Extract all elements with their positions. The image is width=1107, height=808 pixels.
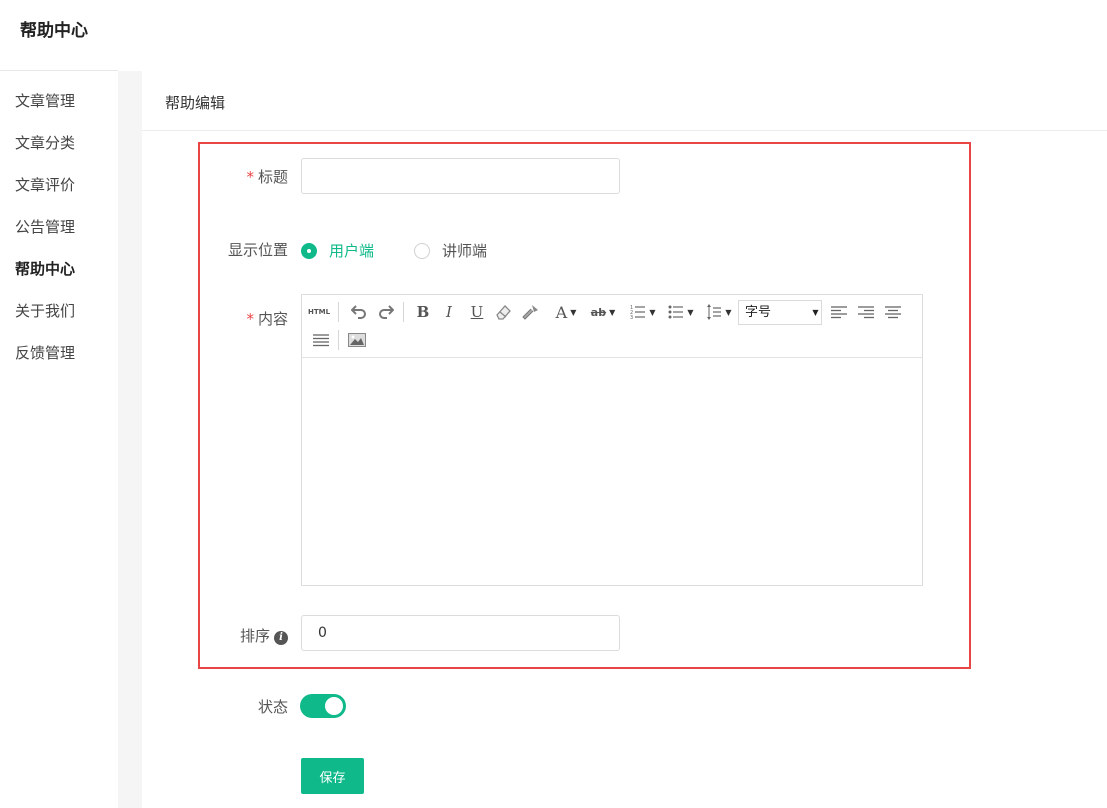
font-size-placeholder: 字号 <box>745 305 772 320</box>
line-height-icon[interactable]: ▼ <box>702 301 736 323</box>
chevron-down-icon: ▼ <box>649 307 656 317</box>
radio-dot <box>414 242 430 259</box>
required-mark: * <box>246 168 254 186</box>
sidebar-item-articles[interactable]: 文章管理 <box>15 90 75 111</box>
align-left-icon[interactable] <box>828 301 850 323</box>
status-toggle[interactable] <box>300 694 346 718</box>
ordered-list-icon[interactable]: 1 2 3 ▼ <box>626 301 660 323</box>
sidebar-item-about-us[interactable]: 关于我们 <box>15 300 75 321</box>
unordered-list-icon[interactable]: ▼ <box>664 301 698 323</box>
align-center-icon[interactable] <box>882 301 904 323</box>
underline-icon[interactable]: U <box>466 301 488 323</box>
eraser-icon[interactable] <box>492 301 514 323</box>
title-input[interactable] <box>301 158 620 194</box>
rich-text-editor: HTML B I U A ▼ ab ▼ 1 2 3 ▼ ▼ ▼ 字号 ▼ <box>301 294 923 586</box>
html-source-icon[interactable]: HTML <box>308 301 330 323</box>
sort-input[interactable] <box>301 615 620 651</box>
font-color-icon[interactable]: A ▼ <box>549 301 583 323</box>
editor-toolbar: HTML B I U A ▼ ab ▼ 1 2 3 ▼ ▼ ▼ 字号 ▼ <box>302 295 922 358</box>
svg-text:3: 3 <box>630 315 633 320</box>
position-label: 显示位置 <box>227 241 288 259</box>
align-justify-icon[interactable] <box>310 329 332 351</box>
align-right-icon[interactable] <box>855 301 877 323</box>
radio-label: 讲师端 <box>442 242 488 260</box>
radio-teacher-side[interactable]: 讲师端 <box>414 240 487 261</box>
sidebar: 文章管理 文章分类 文章评价 公告管理 帮助中心 关于我们 反馈管理 <box>0 71 118 808</box>
radio-dot <box>301 242 317 259</box>
radio-label: 用户端 <box>329 242 375 260</box>
sort-label: 排序 i <box>200 625 288 646</box>
toolbar-separator <box>403 302 404 322</box>
main-header: 帮助编辑 <box>142 71 1107 131</box>
format-painter-icon[interactable] <box>520 301 542 323</box>
chevron-down-icon: ▼ <box>687 307 694 317</box>
page-title: 帮助编辑 <box>165 94 226 112</box>
sidebar-item-help-center[interactable]: 帮助中心 <box>15 258 75 279</box>
undo-icon[interactable] <box>348 301 370 323</box>
save-button[interactable]: 保存 <box>301 758 364 794</box>
gutter <box>118 71 142 808</box>
app-title: 帮助中心 <box>20 21 88 41</box>
sort-label-text: 排序 <box>239 627 270 645</box>
redo-icon[interactable] <box>375 301 397 323</box>
insert-image-icon[interactable] <box>346 329 368 351</box>
title-label-text: 标题 <box>257 168 288 186</box>
chevron-down-icon: ▼ <box>609 307 616 317</box>
sidebar-item-feedback[interactable]: 反馈管理 <box>15 342 75 363</box>
chevron-down-icon: ▼ <box>570 307 577 317</box>
sidebar-item-categories[interactable]: 文章分类 <box>15 132 75 153</box>
title-label: * 标题 <box>200 166 288 187</box>
content-label: * 内容 <box>200 308 288 329</box>
sidebar-item-announcements[interactable]: 公告管理 <box>15 216 75 237</box>
chevron-down-icon: ▼ <box>812 308 819 317</box>
highlight-color-icon[interactable]: ab ▼ <box>586 301 620 323</box>
highlight-glyph: ab <box>590 305 607 319</box>
required-mark: * <box>246 310 254 328</box>
radio-user-side[interactable]: 用户端 <box>301 240 374 261</box>
editor-content-area[interactable] <box>302 358 922 585</box>
toggle-knob <box>325 697 343 715</box>
font-color-glyph: A <box>555 302 568 322</box>
status-label: 状态 <box>257 698 288 716</box>
sidebar-item-reviews[interactable]: 文章评价 <box>15 174 75 195</box>
font-size-select[interactable]: 字号 ▼ <box>738 300 822 325</box>
content-label-text: 内容 <box>257 310 288 328</box>
italic-icon[interactable]: I <box>438 301 460 323</box>
toolbar-separator <box>338 330 339 350</box>
toolbar-separator <box>338 302 339 322</box>
chevron-down-icon: ▼ <box>725 307 732 317</box>
page: 帮助中心 文章管理 文章分类 文章评价 公告管理 帮助中心 关于我们 反馈管理 … <box>0 0 1107 808</box>
info-icon[interactable]: i <box>274 631 288 645</box>
bold-icon[interactable]: B <box>412 301 434 323</box>
